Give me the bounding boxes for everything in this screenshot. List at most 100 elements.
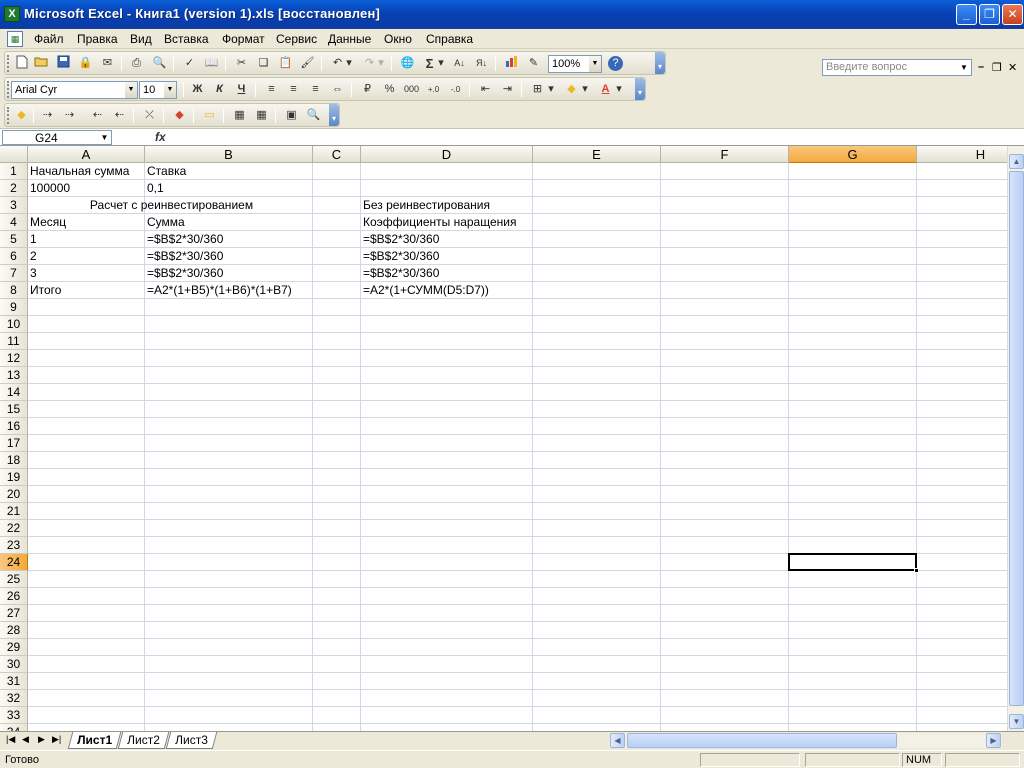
- cell-d3[interactable]: Без реинвестирования: [361, 197, 490, 214]
- chevron-down-icon[interactable]: ▼: [125, 82, 137, 98]
- menu-view[interactable]: Вид: [130, 32, 152, 46]
- align-center-icon[interactable]: ≡: [285, 81, 302, 98]
- copy-icon[interactable]: ❏: [255, 55, 272, 72]
- thousands-button[interactable]: 000: [403, 81, 420, 98]
- merge-center-icon[interactable]: ⇔: [329, 81, 346, 98]
- chart-wizard-icon[interactable]: [503, 55, 520, 72]
- chevron-down-icon[interactable]: ▼: [589, 56, 601, 72]
- cell-d7[interactable]: =$B$2*30/360: [361, 265, 439, 282]
- cell-b7[interactable]: =$B$2*30/360: [145, 265, 223, 282]
- first-sheet-icon[interactable]: |◀: [6, 734, 15, 745]
- toolbar-grip[interactable]: [7, 81, 10, 98]
- sheet-tab-2[interactable]: Лист2: [117, 732, 170, 749]
- chevron-down-icon[interactable]: ▼: [98, 131, 111, 144]
- row-header-19[interactable]: 19: [0, 469, 28, 486]
- minimize-button[interactable]: _: [956, 4, 977, 25]
- drawing-icon[interactable]: ✎: [525, 55, 542, 72]
- toolbar-grip[interactable]: [7, 55, 10, 72]
- scroll-up-icon[interactable]: ▲: [1009, 154, 1024, 169]
- format-painter-icon[interactable]: 🖌: [299, 55, 316, 72]
- underline-button[interactable]: Ч: [233, 81, 250, 98]
- toolbar-options-icon[interactable]: ▾: [635, 78, 645, 100]
- row-header-7[interactable]: 7: [0, 265, 28, 282]
- row-header-22[interactable]: 22: [0, 520, 28, 537]
- email-icon[interactable]: ✉: [99, 55, 116, 72]
- cut-icon[interactable]: ✂: [233, 55, 250, 72]
- bold-button[interactable]: Ж: [189, 81, 206, 98]
- row-header-34[interactable]: 34: [0, 724, 28, 731]
- autosum-icon[interactable]: Σ: [421, 55, 438, 72]
- zoom-select[interactable]: 100% ▼: [548, 55, 602, 73]
- row-header-5[interactable]: 5: [0, 231, 28, 248]
- menu-file[interactable]: Файл: [34, 32, 64, 46]
- save-icon[interactable]: [55, 55, 72, 72]
- row-header-10[interactable]: 10: [0, 316, 28, 333]
- cell-a6[interactable]: 2: [28, 248, 37, 265]
- remove-arrows-icon[interactable]: ⤫: [141, 107, 158, 124]
- row-header-13[interactable]: 13: [0, 367, 28, 384]
- chevron-down-icon[interactable]: ▼: [164, 82, 176, 98]
- column-header-a[interactable]: A: [28, 146, 145, 163]
- cell-b1[interactable]: Ставка: [145, 163, 186, 180]
- scroll-down-icon[interactable]: ▼: [1009, 714, 1024, 729]
- sort-descending-icon[interactable]: Я↓: [473, 55, 490, 72]
- fill-color-dropdown-icon[interactable]: ▾: [581, 81, 589, 98]
- cell-d5[interactable]: =$B$2*30/360: [361, 231, 439, 248]
- menu-data[interactable]: Данные: [328, 32, 371, 46]
- doc-close-button[interactable]: ✕: [1008, 61, 1017, 74]
- redo-dropdown-icon[interactable]: ▾: [377, 55, 385, 72]
- paste-icon[interactable]: 📋: [277, 55, 294, 72]
- undo-dropdown-icon[interactable]: ▾: [345, 55, 353, 72]
- row-header-30[interactable]: 30: [0, 656, 28, 673]
- vertical-scrollbar[interactable]: ▲ ▼: [1007, 146, 1024, 731]
- remove-dependents-icon[interactable]: ⇠: [111, 107, 128, 124]
- cell-a8[interactable]: Итого: [28, 282, 61, 299]
- row-header-23[interactable]: 23: [0, 537, 28, 554]
- cell-a1[interactable]: Начальная сумма: [28, 163, 129, 180]
- last-sheet-icon[interactable]: ▶|: [52, 734, 61, 745]
- align-right-icon[interactable]: ≡: [307, 81, 324, 98]
- toolbar-options-icon[interactable]: ▾: [329, 104, 339, 126]
- horizontal-scroll-thumb[interactable]: [627, 733, 897, 748]
- menu-window[interactable]: Окно: [384, 32, 412, 46]
- font-name-select[interactable]: Arial Cyr ▼: [11, 81, 138, 99]
- align-left-icon[interactable]: ≡: [263, 81, 280, 98]
- menu-edit[interactable]: Правка: [77, 32, 118, 46]
- cell-b5[interactable]: =$B$2*30/360: [145, 231, 223, 248]
- undo-icon[interactable]: ↶: [329, 55, 346, 72]
- increase-indent-icon[interactable]: ⇥: [499, 81, 516, 98]
- ask-question-box[interactable]: Введите вопрос ▼: [822, 59, 972, 76]
- menu-format[interactable]: Формат: [222, 32, 265, 46]
- spelling-icon[interactable]: ✓: [181, 55, 198, 72]
- row-header-9[interactable]: 9: [0, 299, 28, 316]
- row-header-29[interactable]: 29: [0, 639, 28, 656]
- hyperlink-icon[interactable]: 🌐: [399, 55, 416, 72]
- chevron-down-icon[interactable]: ▼: [957, 60, 971, 75]
- column-header-f[interactable]: F: [661, 146, 789, 163]
- row-header-17[interactable]: 17: [0, 435, 28, 452]
- cell-d4[interactable]: Коэффициенты наращения: [361, 214, 516, 231]
- open-folder-icon[interactable]: [33, 55, 50, 72]
- circle-invalid-icon[interactable]: ▦: [231, 107, 248, 124]
- borders-icon[interactable]: ⊞: [529, 81, 546, 98]
- scroll-left-icon[interactable]: ◀: [610, 733, 625, 748]
- row-header-15[interactable]: 15: [0, 401, 28, 418]
- prev-sheet-icon[interactable]: ◀: [22, 734, 29, 745]
- row-header-33[interactable]: 33: [0, 707, 28, 724]
- row-header-31[interactable]: 31: [0, 673, 28, 690]
- currency-icon[interactable]: ₽: [359, 81, 376, 98]
- permission-icon[interactable]: 🔒: [77, 55, 94, 72]
- row-header-2[interactable]: 2: [0, 180, 28, 197]
- redo-icon[interactable]: ↷: [361, 55, 378, 72]
- evaluate-formula-icon[interactable]: 🔍: [305, 107, 322, 124]
- menu-tools[interactable]: Сервис: [276, 32, 317, 46]
- cell-d8[interactable]: =A2*(1+СУММ(D5:D7)): [361, 282, 489, 299]
- decrease-decimal-icon[interactable]: -.0: [447, 81, 464, 98]
- sheet-tab-3[interactable]: Лист3: [165, 732, 218, 749]
- excel-icon[interactable]: X: [4, 6, 20, 22]
- name-box[interactable]: G24 ▼: [2, 130, 112, 145]
- formula-input[interactable]: [172, 130, 1022, 145]
- increase-decimal-icon[interactable]: +.0: [425, 81, 442, 98]
- new-comment-icon[interactable]: ▭: [201, 107, 218, 124]
- cell-b4[interactable]: Сумма: [145, 214, 185, 231]
